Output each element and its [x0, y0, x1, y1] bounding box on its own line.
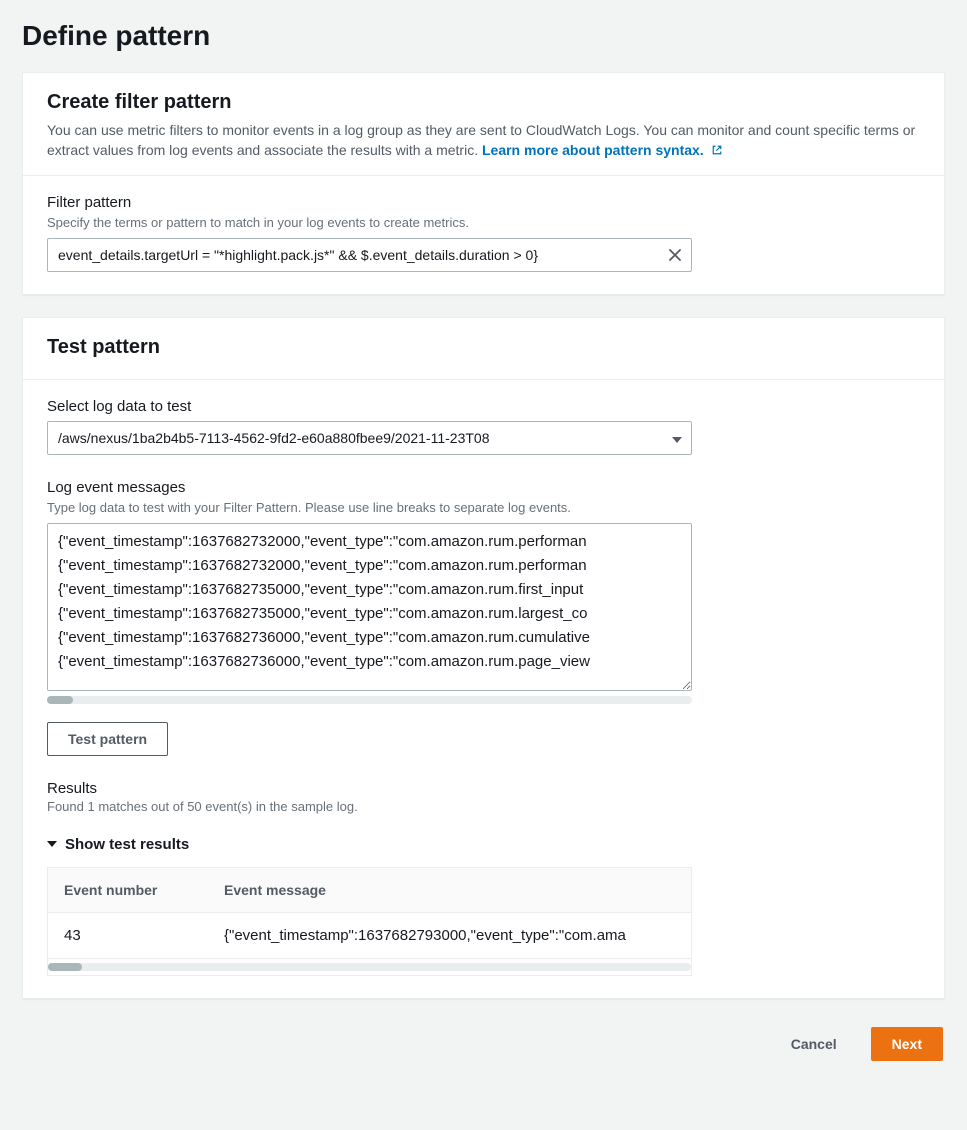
results-box: Event number Event message 43 {"event_ti… [47, 867, 692, 976]
col-event-message: Event message [208, 868, 691, 913]
filter-pattern-label: Filter pattern [47, 194, 920, 211]
log-messages-hint: Type log data to test with your Filter P… [47, 500, 920, 515]
cell-event-message: {"event_timestamp":1637682793000,"event_… [208, 912, 691, 958]
table-row: 43 {"event_timestamp":1637682793000,"eve… [48, 912, 691, 958]
close-icon [668, 248, 682, 262]
log-scroll-track[interactable] [47, 696, 692, 704]
test-pattern-body: Select log data to test /aws/nexus/1ba2b… [23, 380, 944, 998]
learn-more-link[interactable]: Learn more about pattern syntax. [482, 142, 723, 158]
next-button[interactable]: Next [871, 1027, 943, 1061]
create-filter-panel: Create filter pattern You can use metric… [22, 72, 945, 295]
test-pattern-header: Test pattern [23, 318, 944, 380]
test-pattern-title: Test pattern [47, 336, 920, 359]
show-test-results-toggle[interactable]: Show test results [47, 822, 920, 867]
col-event-number: Event number [48, 868, 208, 913]
test-pattern-button[interactable]: Test pattern [47, 722, 168, 756]
results-table: Event number Event message 43 {"event_ti… [48, 868, 691, 959]
footer-actions: Cancel Next [22, 1021, 945, 1071]
caret-down-icon [47, 841, 57, 847]
test-pattern-panel: Test pattern Select log data to test /aw… [22, 317, 945, 999]
log-scroll-thumb[interactable] [47, 696, 73, 704]
results-scroll-thumb[interactable] [48, 963, 82, 971]
results-label: Results [47, 780, 920, 797]
select-log-label: Select log data to test [47, 398, 920, 415]
results-summary: Found 1 matches out of 50 event(s) in th… [47, 799, 920, 814]
select-log-dropdown[interactable]: /aws/nexus/1ba2b4b5-7113-4562-9fd2-e60a8… [47, 421, 692, 455]
create-filter-title: Create filter pattern [47, 91, 920, 114]
cancel-button[interactable]: Cancel [771, 1027, 857, 1061]
external-link-icon [711, 144, 723, 156]
show-test-results-label: Show test results [65, 836, 189, 853]
create-filter-description: You can use metric filters to monitor ev… [47, 120, 920, 161]
log-messages-textarea[interactable] [47, 523, 692, 691]
filter-pattern-hint: Specify the terms or pattern to match in… [47, 215, 920, 230]
create-filter-body: Filter pattern Specify the terms or patt… [23, 176, 944, 294]
filter-pattern-input[interactable] [47, 238, 692, 272]
clear-filter-button[interactable] [662, 242, 688, 268]
cell-event-number: 43 [48, 912, 208, 958]
create-filter-header: Create filter pattern You can use metric… [23, 73, 944, 176]
log-messages-label: Log event messages [47, 479, 920, 496]
page-title: Define pattern [22, 20, 945, 52]
select-log-wrap: /aws/nexus/1ba2b4b5-7113-4562-9fd2-e60a8… [47, 421, 692, 455]
results-scroll-track[interactable] [48, 963, 691, 971]
filter-pattern-input-wrap [47, 238, 692, 272]
